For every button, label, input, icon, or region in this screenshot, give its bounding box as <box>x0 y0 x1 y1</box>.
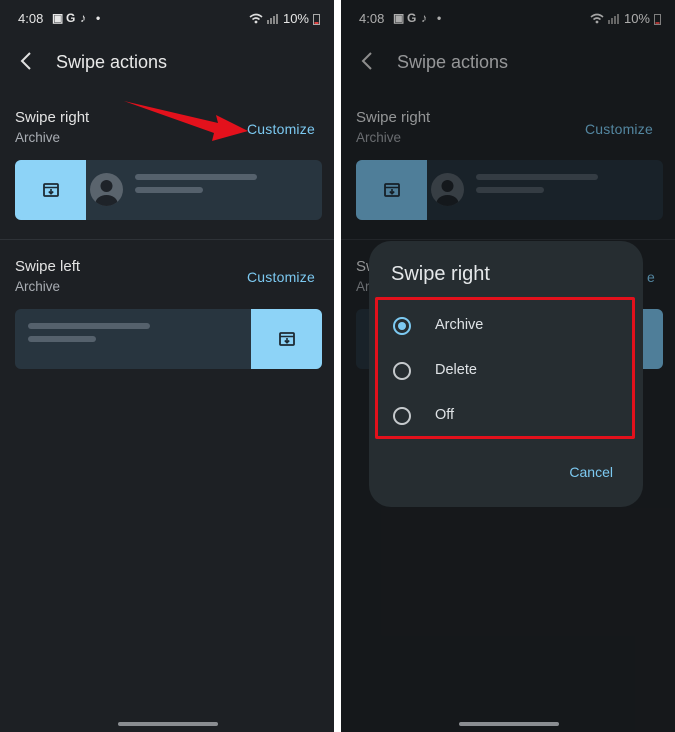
battery-icon <box>313 13 320 25</box>
swipe-right-dialog: Swipe right Archive Delete Off Cancel <box>369 241 643 507</box>
swipe-right-value: Archive <box>15 130 61 145</box>
home-indicator[interactable] <box>118 722 218 726</box>
swipe-right-preview <box>15 160 322 220</box>
dialog-title: Swipe right <box>391 263 490 285</box>
signal-icon <box>266 14 278 24</box>
swipe-left-preview <box>15 309 322 369</box>
app-bar: Swipe actions <box>0 44 334 80</box>
red-highlight-box <box>375 297 635 439</box>
swipe-left-title: Swipe left <box>15 258 81 275</box>
cancel-button[interactable]: Cancel <box>569 464 613 480</box>
swipe-right-title: Swipe right <box>15 109 90 126</box>
battery-percent: 10% <box>282 11 309 26</box>
dot-icon: • <box>96 11 101 25</box>
wifi-icon <box>249 13 263 24</box>
status-time: 4:08 <box>18 11 44 26</box>
archive-icon <box>42 183 59 197</box>
placeholder-line <box>135 187 203 193</box>
photo-icon: ▣ <box>52 11 64 25</box>
swipe-left-value: Archive <box>15 279 61 294</box>
swipe-right-customize-button[interactable]: Customize <box>247 121 315 137</box>
archive-action <box>15 160 86 220</box>
page-title: Swipe actions <box>56 52 168 72</box>
status-bar: 4:08 ▣ G ♪ • 10% <box>0 8 334 30</box>
left-screen: 4:08 ▣ G ♪ • 10% Swipe actions Swipe rig… <box>0 0 334 732</box>
swipe-left-customize-button[interactable]: Customize <box>247 269 315 285</box>
divider <box>0 239 334 240</box>
music-icon: ♪ <box>80 11 86 25</box>
archive-action <box>251 309 322 369</box>
placeholder-line <box>135 174 257 180</box>
home-indicator[interactable] <box>459 722 559 726</box>
archive-icon <box>278 332 295 346</box>
right-screen: 4:08 ▣ G ♪ • 10% Swipe actions Swipe rig… <box>341 0 675 732</box>
placeholder-line <box>28 323 150 329</box>
red-arrow-annotation <box>124 101 248 141</box>
avatar-placeholder <box>90 173 123 206</box>
g-icon: G <box>66 11 76 25</box>
person-icon <box>95 180 118 206</box>
placeholder-line <box>28 336 96 342</box>
back-arrow-icon[interactable] <box>16 50 38 72</box>
